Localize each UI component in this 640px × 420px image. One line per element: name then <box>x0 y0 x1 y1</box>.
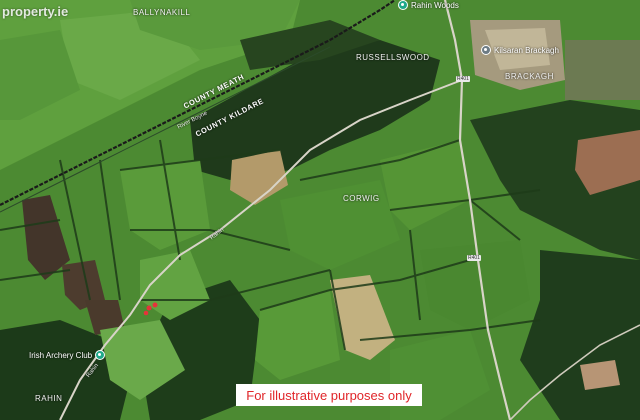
place-label-ballynakill: BALLYNAKILL <box>133 8 191 17</box>
map-pin-icon <box>398 0 408 10</box>
place-label-brackagh: BRACKAGH <box>505 72 554 81</box>
poi-label: Kilsaran Brackagh <box>494 45 559 55</box>
poi-label: Irish Archery Club <box>29 350 93 360</box>
poi-label: Rahin Woods <box>411 0 459 10</box>
property-watermark: property.ie <box>2 4 69 19</box>
place-label-russellswood: RUSSELLSWOOD <box>356 53 430 62</box>
map-view[interactable]: property.ie BALLYNAKILL RUSSELLSWOOD BRA… <box>0 0 640 420</box>
poi-kilsaran-brackagh[interactable]: Kilsaran Brackagh <box>481 45 559 55</box>
place-label-corwig: CORWIG <box>343 194 380 203</box>
place-label-rahin: RAHIN <box>35 394 63 403</box>
map-pin-icon <box>95 350 106 360</box>
map-pin-icon <box>481 45 491 55</box>
disclaimer-banner: For illustrative purposes only <box>236 384 422 406</box>
road-badge-r401: R401 <box>456 76 470 82</box>
site-marker-icon <box>146 305 152 311</box>
road-badge-r401: R401 <box>467 255 481 261</box>
poi-rahin-woods[interactable]: Rahin Woods <box>398 0 459 10</box>
poi-irish-archery-club[interactable]: Irish Archery Club <box>29 350 106 360</box>
